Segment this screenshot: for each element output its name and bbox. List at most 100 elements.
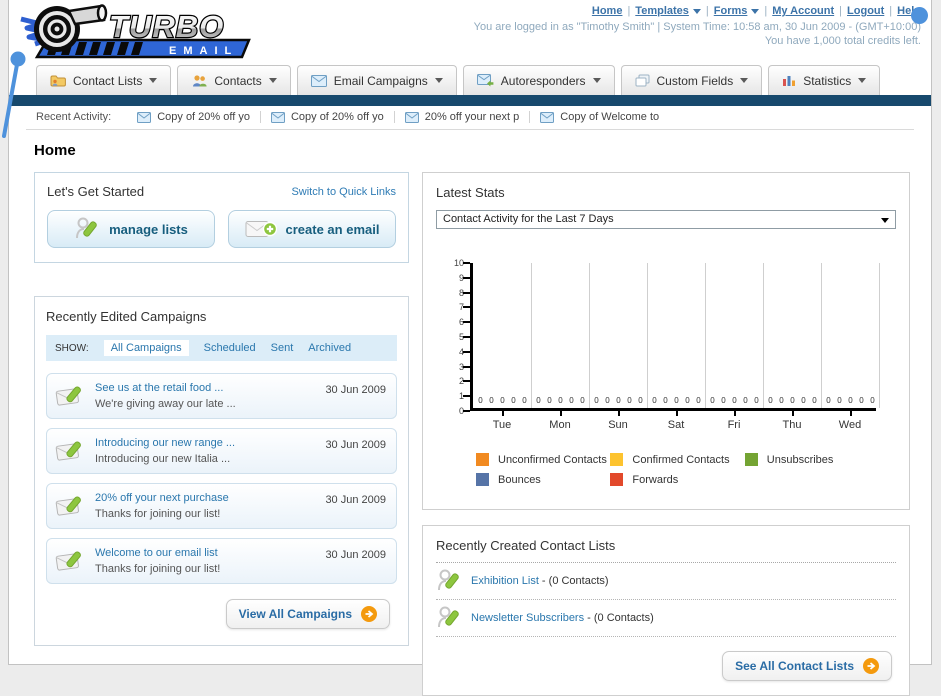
- create-email-button[interactable]: create an email: [228, 210, 396, 248]
- data-label: 0: [685, 396, 690, 405]
- campaign-title-link[interactable]: Introducing our new range ...: [95, 437, 318, 449]
- tab-autoresponders[interactable]: Autoresponders: [462, 65, 615, 95]
- data-label: 0: [478, 396, 483, 405]
- link-home[interactable]: Home: [592, 5, 623, 17]
- gridline: [879, 263, 880, 408]
- recent-contact-lists-panel: Recently Created Contact Lists Exhibitio…: [422, 525, 910, 696]
- campaign-row[interactable]: See us at the retail food ... We're givi…: [46, 373, 397, 419]
- campaign-row[interactable]: Welcome to our email list Thanks for joi…: [46, 538, 397, 584]
- person-pencil-icon: [76, 217, 97, 239]
- filter-sent[interactable]: Sent: [271, 342, 294, 354]
- data-label: 0: [826, 396, 831, 405]
- manage-lists-button[interactable]: manage lists: [47, 210, 215, 248]
- latest-stats-panel: Latest Stats Contact Activity for the La…: [422, 172, 910, 510]
- recent-activity-item[interactable]: Copy of 20% off yo: [261, 111, 395, 123]
- recent-activity-item[interactable]: Copy of 20% off yo: [127, 111, 261, 123]
- legend-item: Forwards: [610, 473, 744, 486]
- tab-statistics[interactable]: Statistics: [768, 65, 881, 95]
- envelope-icon: [270, 111, 285, 123]
- tab-contact-lists[interactable]: Contact Lists: [36, 65, 172, 95]
- campaign-title-link[interactable]: See us at the retail food ...: [95, 382, 318, 394]
- tab-label: Statistics: [803, 73, 852, 88]
- legend-item: Confirmed Contacts: [610, 453, 744, 466]
- tab-label: Contacts: [214, 73, 262, 88]
- recent-activity-text: Copy of 20% off yo: [157, 111, 250, 123]
- y-tick-label: 0: [458, 406, 464, 416]
- link-separator: |: [764, 5, 768, 17]
- chart-plot: 0 1 2 3 4 5 6 7 8 9 10 0 0 0 0 0 0 0 0 0 0 0 0 0 0 0 0 0 0 0 0 0 0 0 0 0 0 0 0…: [454, 258, 880, 416]
- y-tick-label: 7: [458, 302, 464, 313]
- y-tick-mark: [463, 410, 470, 412]
- main-window: TURBO EMAIL Home | Templates | Forms | My Acco…: [8, 0, 932, 696]
- campaign-subtitle: We're giving away our late ...: [95, 398, 236, 410]
- contact-list-link[interactable]: Newsletter Subscribers: [471, 612, 584, 624]
- contact-list-link[interactable]: Exhibition List: [471, 575, 539, 587]
- campaign-date: 30 Jun 2009: [325, 494, 386, 506]
- button-label: See All Contact Lists: [735, 659, 854, 673]
- data-label: 0: [732, 396, 737, 405]
- link-logout[interactable]: Logout: [847, 5, 884, 17]
- y-tick-label: 4: [458, 346, 464, 357]
- data-label: 0: [663, 396, 668, 405]
- link-my-account[interactable]: My Account: [772, 5, 834, 17]
- tab-label: Autoresponders: [500, 73, 586, 88]
- view-all-campaigns-button[interactable]: View All Campaigns: [225, 599, 390, 629]
- legend-swatch: [610, 473, 624, 486]
- chevron-down-icon: [592, 78, 601, 83]
- logo-sub-text: EMAIL: [169, 45, 238, 57]
- campaign-title-link[interactable]: 20% off your next purchase: [95, 492, 318, 504]
- legend-label: Bounces: [498, 473, 541, 486]
- arrow-right-icon: [361, 606, 377, 622]
- see-all-contact-lists-button[interactable]: See All Contact Lists: [722, 651, 892, 681]
- tab-custom-fields[interactable]: Custom Fields: [620, 65, 763, 95]
- tab-contacts[interactable]: Contacts: [177, 65, 291, 95]
- data-label: 0: [558, 396, 563, 405]
- y-tick-label: 6: [458, 317, 464, 328]
- x-tick-mark: [502, 411, 504, 416]
- y-tick-label: 1: [458, 391, 464, 402]
- recent-activity-item[interactable]: 20% off your next p: [395, 111, 531, 123]
- filter-archived[interactable]: Archived: [308, 342, 351, 354]
- y-tick-label: 3: [458, 361, 464, 372]
- campaign-list: See us at the retail food ... We're givi…: [46, 373, 397, 584]
- data-label: 0: [859, 396, 864, 405]
- data-label: 0: [768, 396, 773, 405]
- y-tick-mark: [463, 276, 470, 279]
- filter-all-campaigns[interactable]: All Campaigns: [103, 340, 189, 356]
- data-label: 0: [547, 396, 552, 405]
- campaign-row[interactable]: Introducing our new range ... Introducin…: [46, 428, 397, 474]
- header-utility: Home | Templates | Forms | My Account | Logout | H…: [474, 5, 928, 47]
- envelope-icon: [137, 111, 152, 123]
- selected-period: Contact Activity for the Last 7 Days: [443, 213, 614, 225]
- link-templates[interactable]: Templates: [635, 5, 689, 17]
- tab-email-campaigns[interactable]: Email Campaigns: [296, 65, 457, 95]
- gridline: [821, 263, 822, 408]
- chevron-down-icon: [268, 78, 277, 83]
- turbo-email-logo[interactable]: TURBO EMAIL: [17, 3, 257, 66]
- arrow-right-icon: [863, 658, 879, 674]
- person-pencil-icon: [438, 569, 459, 591]
- y-tick-mark: [463, 365, 470, 368]
- link-forms[interactable]: Forms: [714, 5, 748, 17]
- contact-list-row[interactable]: Exhibition List - (0 Contacts): [436, 563, 896, 600]
- data-label: 0: [870, 396, 875, 405]
- envelope-pencil-icon: [55, 383, 87, 416]
- recent-contact-lists-title: Recently Created Contact Lists: [436, 538, 896, 563]
- contact-list-row[interactable]: Newsletter Subscribers - (0 Contacts): [436, 600, 896, 637]
- switch-quick-links[interactable]: Switch to Quick Links: [291, 186, 396, 198]
- campaign-row[interactable]: 20% off your next purchase Thanks for jo…: [46, 483, 397, 529]
- x-tick-label: Wed: [838, 419, 862, 431]
- stats-period-select[interactable]: Contact Activity for the Last 7 Days: [436, 210, 896, 229]
- x-tick-mark: [676, 411, 678, 416]
- recent-campaigns-title: Recently Edited Campaigns: [46, 309, 207, 324]
- legend-item: Bounces: [476, 473, 610, 486]
- data-label: 0: [743, 396, 748, 405]
- tab-label: Contact Lists: [73, 73, 143, 88]
- envelope-plus-icon: [245, 221, 277, 237]
- data-label: 0: [652, 396, 657, 405]
- recent-activity-item[interactable]: Copy of Welcome to: [530, 111, 669, 123]
- autoresponder-icon: [476, 74, 494, 87]
- filter-scheduled[interactable]: Scheduled: [204, 342, 256, 354]
- x-tick-mark: [734, 411, 736, 416]
- campaign-title-link[interactable]: Welcome to our email list: [95, 547, 318, 559]
